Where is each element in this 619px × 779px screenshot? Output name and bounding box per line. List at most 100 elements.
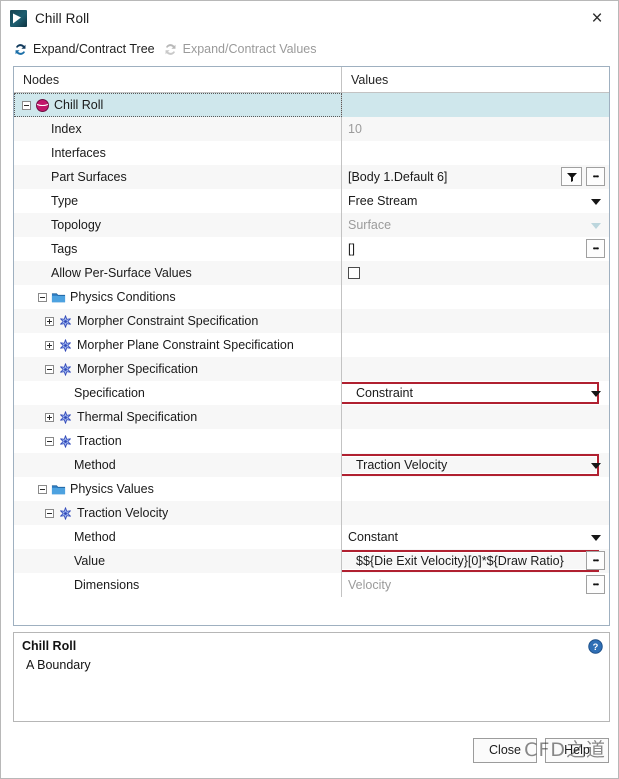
value-cell[interactable]: Free Stream: [342, 189, 609, 213]
node-label: Traction Velocity: [77, 506, 169, 520]
value-cell[interactable]: [342, 357, 609, 381]
node-cell[interactable]: Dimensions: [14, 573, 342, 597]
table-row[interactable]: Chill Roll: [14, 93, 609, 117]
allow-per-surface-values-checkbox[interactable]: [348, 267, 360, 279]
value-cell[interactable]: $${Die Exit Velocity}[0]*${Draw Ratio} ••…: [342, 549, 609, 573]
node-cell[interactable]: Specification: [14, 381, 342, 405]
table-row[interactable]: Morpher Specification: [14, 357, 609, 381]
node-label: Interfaces: [51, 146, 106, 160]
close-button[interactable]: Close: [473, 737, 537, 763]
value-cell[interactable]: [342, 333, 609, 357]
help-icon[interactable]: ?: [588, 639, 603, 654]
table-row[interactable]: Allow Per-Surface Values: [14, 261, 609, 285]
title-bar: Chill Roll ×: [1, 1, 618, 35]
description-panel: Chill Roll A Boundary ?: [13, 632, 610, 722]
table-row[interactable]: Method Traction Velocity: [14, 453, 609, 477]
ellipsis-button[interactable]: •••: [586, 575, 605, 594]
value-cell[interactable]: [342, 141, 609, 165]
node-cell[interactable]: Morpher Specification: [14, 357, 342, 381]
value-cell[interactable]: Velocity •••: [342, 573, 609, 597]
ellipsis-button[interactable]: •••: [586, 239, 605, 258]
table-row[interactable]: Physics Conditions: [14, 285, 609, 309]
node-cell[interactable]: Morpher Constraint Specification: [14, 309, 342, 333]
expand-contract-tree-button[interactable]: Expand/Contract Tree: [13, 42, 155, 57]
value-cell[interactable]: [342, 261, 609, 285]
table-row[interactable]: Thermal Specification: [14, 405, 609, 429]
value-cell[interactable]: [342, 285, 609, 309]
collapse-icon[interactable]: [22, 100, 31, 110]
value-cell[interactable]: [342, 429, 609, 453]
expand-icon[interactable]: [45, 316, 54, 326]
node-cell[interactable]: Part Surfaces: [14, 165, 342, 189]
table-row[interactable]: Type Free Stream: [14, 189, 609, 213]
node-cell[interactable]: Physics Conditions: [14, 285, 342, 309]
node-cell[interactable]: Interfaces: [14, 141, 342, 165]
value-cell[interactable]: Traction Velocity: [342, 453, 609, 477]
collapse-icon[interactable]: [45, 436, 54, 446]
collapse-icon[interactable]: [38, 484, 47, 494]
node-cell[interactable]: Traction Velocity: [14, 501, 342, 525]
value-text: Surface: [348, 218, 392, 232]
node-cell[interactable]: Chill Roll: [14, 93, 342, 117]
node-cell[interactable]: Method: [14, 453, 342, 477]
collapse-icon[interactable]: [38, 292, 47, 302]
table-row[interactable]: Method Constant: [14, 525, 609, 549]
table-row[interactable]: Traction: [14, 429, 609, 453]
node-cell[interactable]: Value: [14, 549, 342, 573]
folder-icon: [51, 290, 70, 305]
value-cell[interactable]: [342, 93, 609, 117]
ellipsis-button[interactable]: •••: [586, 551, 605, 570]
collapse-icon[interactable]: [45, 364, 54, 374]
expand-icon[interactable]: [45, 412, 54, 422]
chevron-down-icon[interactable]: [591, 535, 601, 541]
footer: Close Help CFD之道: [1, 722, 618, 778]
table-row[interactable]: Topology Surface: [14, 213, 609, 237]
value-cell[interactable]: [342, 501, 609, 525]
value-cell[interactable]: [] •••: [342, 237, 609, 261]
node-label: Method: [74, 530, 116, 544]
value-cell[interactable]: [Body 1.Default 6] •••: [342, 165, 609, 189]
chevron-down-icon[interactable]: [591, 391, 601, 397]
node-cell[interactable]: Physics Values: [14, 477, 342, 501]
physics-node-icon: [58, 362, 77, 377]
table-row[interactable]: Traction Velocity: [14, 501, 609, 525]
chevron-down-icon[interactable]: [591, 463, 601, 469]
node-cell[interactable]: Index: [14, 117, 342, 141]
chevron-down-icon[interactable]: [591, 223, 601, 229]
table-row[interactable]: Morpher Constraint Specification: [14, 309, 609, 333]
node-cell[interactable]: Traction: [14, 429, 342, 453]
table-row[interactable]: Specification Constraint: [14, 381, 609, 405]
value-cell[interactable]: [342, 309, 609, 333]
node-cell[interactable]: Allow Per-Surface Values: [14, 261, 342, 285]
help-button[interactable]: Help: [545, 737, 609, 763]
boundary-icon: [35, 98, 54, 113]
table-row[interactable]: Value $${Die Exit Velocity}[0]*${Draw Rat…: [14, 549, 609, 573]
value-text: Velocity: [348, 578, 392, 592]
node-cell[interactable]: Type: [14, 189, 342, 213]
node-cell[interactable]: Tags: [14, 237, 342, 261]
value-cell[interactable]: Constant: [342, 525, 609, 549]
filter-button[interactable]: [561, 167, 582, 186]
close-icon[interactable]: ×: [582, 3, 612, 33]
expand-contract-values-button[interactable]: Expand/Contract Values: [163, 42, 316, 57]
table-row[interactable]: Index 10: [14, 117, 609, 141]
expand-icon[interactable]: [45, 340, 54, 350]
table-row[interactable]: Tags [] •••: [14, 237, 609, 261]
table-row[interactable]: Part Surfaces [Body 1.Default 6] •••: [14, 165, 609, 189]
node-cell[interactable]: Topology: [14, 213, 342, 237]
value-cell[interactable]: [342, 477, 609, 501]
table-row[interactable]: Interfaces: [14, 141, 609, 165]
chevron-down-icon[interactable]: [591, 199, 601, 205]
table-row[interactable]: Physics Values: [14, 477, 609, 501]
value-cell[interactable]: 10: [342, 117, 609, 141]
node-cell[interactable]: Method: [14, 525, 342, 549]
node-cell[interactable]: Thermal Specification: [14, 405, 342, 429]
ellipsis-button[interactable]: •••: [586, 167, 605, 186]
value-cell[interactable]: [342, 405, 609, 429]
table-row[interactable]: Morpher Plane Constraint Specification: [14, 333, 609, 357]
collapse-icon[interactable]: [45, 508, 54, 518]
node-cell[interactable]: Morpher Plane Constraint Specification: [14, 333, 342, 357]
table-row[interactable]: Dimensions Velocity •••: [14, 573, 609, 597]
value-cell[interactable]: Surface: [342, 213, 609, 237]
value-cell[interactable]: Constraint: [342, 381, 609, 405]
